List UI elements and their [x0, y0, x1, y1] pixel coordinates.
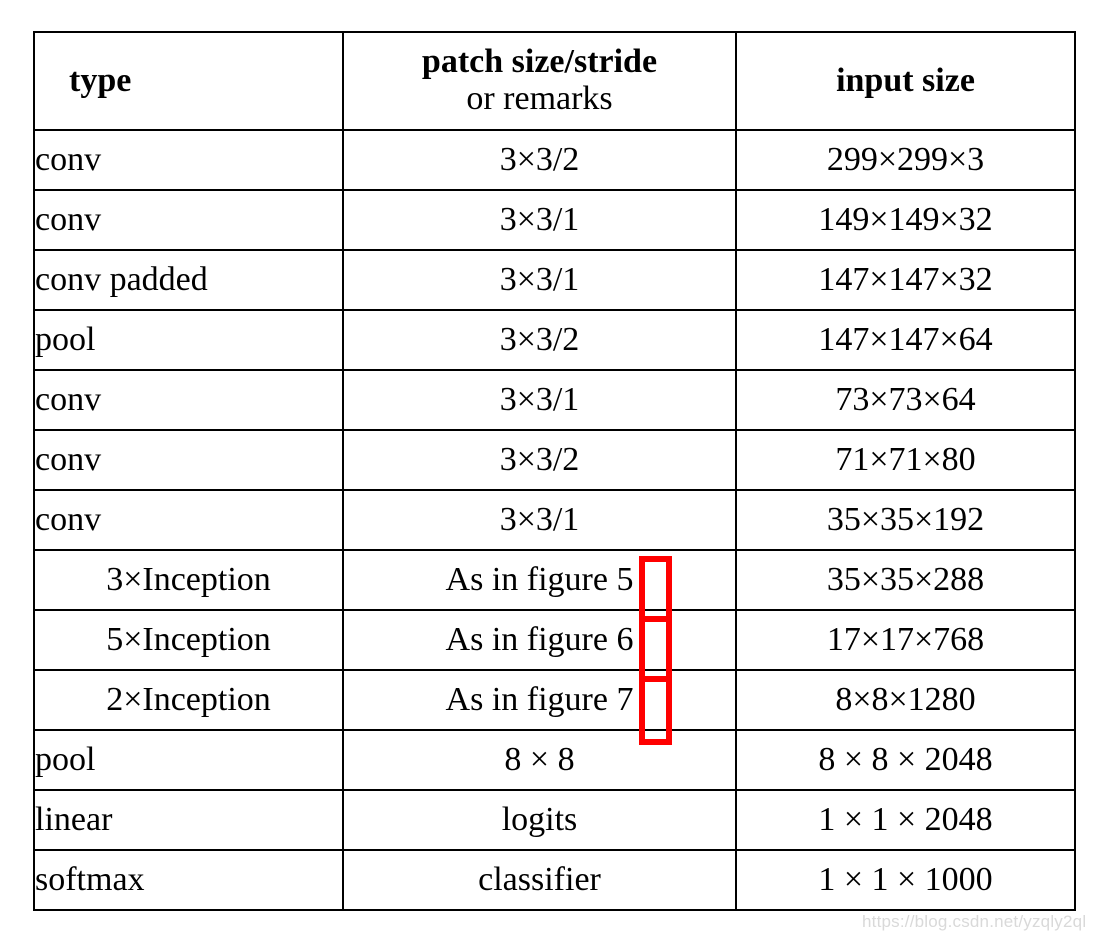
table-row: softmax classifier 1 × 1 × 1000 [33, 849, 1076, 911]
cell-type: 5×Inception [33, 609, 344, 671]
cell-type: conv [33, 129, 344, 191]
table-row: conv 3×3/1 149×149×32 [33, 189, 1076, 251]
cell-input: 35×35×288 [735, 549, 1076, 611]
cell-input: 149×149×32 [735, 189, 1076, 251]
cell-patch: As in figure 6 [342, 609, 737, 671]
table-body: conv 3×3/2 299×299×3 conv 3×3/1 149×149×… [33, 129, 1076, 911]
cell-type: linear [33, 789, 344, 851]
cell-input: 147×147×64 [735, 309, 1076, 371]
cell-input: 8×8×1280 [735, 669, 1076, 731]
column-header-patch-label: patch size/stride [421, 43, 658, 81]
cell-patch: 8 × 8 [342, 729, 737, 791]
table-row: conv 3×3/2 71×71×80 [33, 429, 1076, 491]
cell-patch: 3×3/1 [342, 369, 737, 431]
cell-patch: As in figure 7 [342, 669, 737, 731]
column-header-patch-stack: patch size/stride or remarks [344, 44, 735, 117]
cell-patch: As in figure 5 [342, 549, 737, 611]
cell-type: softmax [33, 849, 344, 911]
cell-patch: 3×3/1 [342, 249, 737, 311]
cell-type: conv [33, 369, 344, 431]
cell-input: 17×17×768 [735, 609, 1076, 671]
cell-patch: 3×3/1 [342, 489, 737, 551]
table: type patch size/stride or remarks input … [33, 31, 1076, 911]
table-row: 2×Inception As in figure 7 8×8×1280 [33, 669, 1076, 731]
cell-input: 147×147×32 [735, 249, 1076, 311]
network-outline-table: type patch size/stride or remarks input … [33, 31, 1076, 925]
table-row: conv padded 3×3/1 147×147×32 [33, 249, 1076, 311]
cell-input: 1 × 1 × 1000 [735, 849, 1076, 911]
cell-type: pool [33, 309, 344, 371]
figure-root: type patch size/stride or remarks input … [0, 0, 1099, 942]
watermark: https://blog.csdn.net/yzqly2ql [862, 912, 1087, 931]
cell-input: 71×71×80 [735, 429, 1076, 491]
cell-input: 299×299×3 [735, 129, 1076, 191]
column-header-input-label: input size [836, 61, 975, 99]
cell-patch: logits [342, 789, 737, 851]
table-row: pool 8 × 8 8 × 8 × 2048 [33, 729, 1076, 791]
cell-type: conv padded [33, 249, 344, 311]
table-row: conv 3×3/1 35×35×192 [33, 489, 1076, 551]
cell-patch: 3×3/2 [342, 129, 737, 191]
cell-input: 73×73×64 [735, 369, 1076, 431]
table-row: conv 3×3/2 299×299×3 [33, 129, 1076, 191]
table-row: conv 3×3/1 73×73×64 [33, 369, 1076, 431]
column-header-input-size: input size [735, 31, 1076, 131]
cell-type: pool [33, 729, 344, 791]
table-row: linear logits 1 × 1 × 2048 [33, 789, 1076, 851]
cell-input: 8 × 8 × 2048 [735, 729, 1076, 791]
column-header-type-label: type [69, 61, 132, 99]
cell-input: 1 × 1 × 2048 [735, 789, 1076, 851]
cell-type: 3×Inception [33, 549, 344, 611]
column-header-type: type [33, 31, 344, 131]
table-row: 3×Inception As in figure 5 35×35×288 [33, 549, 1076, 611]
cell-patch: 3×3/1 [342, 189, 737, 251]
column-header-patch-size: patch size/stride or remarks [342, 31, 737, 131]
cell-patch: classifier [342, 849, 737, 911]
cell-patch: 3×3/2 [342, 309, 737, 371]
cell-type: conv [33, 489, 344, 551]
table-header: type patch size/stride or remarks input … [33, 31, 1076, 131]
cell-type: conv [33, 189, 344, 251]
cell-input: 35×35×192 [735, 489, 1076, 551]
table-row: pool 3×3/2 147×147×64 [33, 309, 1076, 371]
table-row: 5×Inception As in figure 6 17×17×768 [33, 609, 1076, 671]
table-header-row: type patch size/stride or remarks input … [33, 31, 1076, 131]
cell-patch: 3×3/2 [342, 429, 737, 491]
cell-type: 2×Inception [33, 669, 344, 731]
cell-type: conv [33, 429, 344, 491]
column-header-patch-sublabel: or remarks [466, 80, 613, 117]
